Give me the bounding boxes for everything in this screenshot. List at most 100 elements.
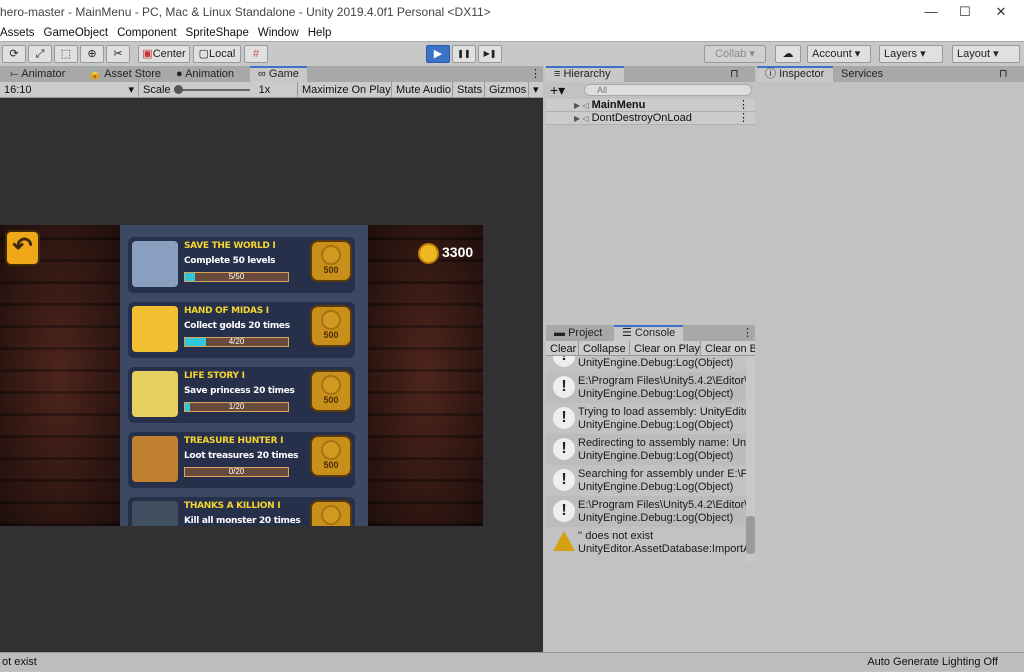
- lock-icon[interactable]: ⊓ ⋮: [722, 66, 755, 96]
- log-stacktrace: UnityEngine.Debug:Log(Object): [578, 388, 734, 400]
- info-icon: !: [553, 376, 575, 398]
- console-panel: Clear Collapse Clear on Play Clear on Bu…: [546, 341, 755, 652]
- claim-reward-button[interactable]: 500: [310, 435, 352, 477]
- hierarchy-item-mainmenu[interactable]: ▶ ◁ MainMenu ⋮: [546, 99, 755, 112]
- panel-menu-icon[interactable]: ⋮: [522, 66, 549, 82]
- claim-reward-button[interactable]: 500: [310, 240, 352, 282]
- scale-slider[interactable]: Scale 1x: [138, 82, 297, 98]
- aspect-dropdown[interactable]: 16:10 ▾: [0, 82, 138, 98]
- reward-amount: 500: [312, 525, 350, 526]
- pivot-local-button[interactable]: ▢Local: [193, 45, 241, 63]
- achievement-thumbnail: [132, 241, 178, 287]
- tab-label: Project: [568, 327, 603, 339]
- tab-asset-store[interactable]: 🔒 Asset Store: [80, 66, 169, 82]
- achievement-progress-bar: 4/20: [184, 337, 289, 347]
- grid-snap-icon[interactable]: #: [244, 45, 268, 63]
- info-icon: !: [553, 438, 575, 460]
- tab-inspector[interactable]: ⓘ Inspector: [757, 66, 833, 82]
- rotate-tool-icon[interactable]: ⟳: [2, 45, 26, 63]
- mute-audio-toggle[interactable]: Mute Audio: [391, 82, 455, 98]
- tab-hierarchy[interactable]: ≡ Hierarchy: [546, 66, 624, 82]
- progress-text: 5/50: [228, 272, 245, 281]
- console-log-entry[interactable]: ! Searching for assembly under E:\Pro Unit…: [546, 465, 746, 496]
- achievement-thumbnail: [132, 501, 178, 526]
- tab-services[interactable]: Services: [833, 66, 891, 82]
- achievement-description: Complete 50 levels: [184, 256, 276, 266]
- console-log-entry[interactable]: ! Redirecting to assembly name: Unit Unity…: [546, 434, 746, 465]
- log-stacktrace: UnityEngine.Debug:Log(Object): [578, 481, 734, 493]
- clear-button[interactable]: Clear: [546, 341, 580, 355]
- tab-animator[interactable]: ⤚ Animator: [2, 66, 73, 82]
- account-dropdown[interactable]: Account ▾: [807, 45, 871, 63]
- gold-amount: 3300: [442, 244, 474, 260]
- achievement-description: Loot treasures 20 times: [184, 451, 299, 461]
- console-log-entry[interactable]: ! E:\Program Files\Unity5.4.2\Editor\D Uni…: [546, 496, 746, 527]
- achievement-title: HAND OF MIDAS I: [184, 306, 269, 316]
- warning-icon: [553, 531, 575, 551]
- brick-wall-right: [368, 225, 483, 526]
- coin-icon: [321, 310, 341, 330]
- log-message: '' does not exist: [578, 530, 654, 542]
- tab-game[interactable]: ∞ Game: [250, 66, 307, 82]
- clear-on-play-button[interactable]: Clear on Play: [629, 341, 704, 355]
- account-label: Account: [812, 48, 852, 60]
- claim-reward-button[interactable]: 500: [310, 305, 352, 347]
- status-message[interactable]: ot exist: [2, 656, 37, 668]
- menu-gameobject[interactable]: GameObject: [44, 27, 109, 39]
- collab-button[interactable]: Collab ▾: [704, 45, 766, 63]
- tab-project[interactable]: ▬ Project: [546, 325, 610, 341]
- maximize-on-play-toggle[interactable]: Maximize On Play: [297, 82, 395, 98]
- game-toolbar: 16:10 ▾ Scale 1x Maximize On Play Mute Au…: [0, 82, 543, 98]
- panel-menu-icon[interactable]: ⋮: [734, 325, 761, 341]
- minimize-button[interactable]: —: [914, 0, 948, 24]
- console-log-entry[interactable]: ! E:\Program Files\Unity5.4.2\Editor\D Uni…: [546, 372, 746, 403]
- console-log-entry[interactable]: !Searching for assembly under E:\PUnityE…: [546, 356, 746, 372]
- step-button[interactable]: ▶❚: [478, 45, 502, 63]
- pivot-center-button[interactable]: ▣Center: [138, 45, 190, 63]
- collapse-button[interactable]: Collapse: [578, 341, 630, 355]
- rect-tool-icon[interactable]: ⬚: [54, 45, 78, 63]
- console-toolbar: Clear Collapse Clear on Play Clear on Bu…: [546, 341, 755, 356]
- claim-reward-button[interactable]: 500: [310, 370, 352, 412]
- status-bar: ot exist Auto Generate Lighting Off: [0, 652, 1024, 671]
- title-bar: hero-master - MainMenu - PC, Mac & Linux…: [0, 0, 1024, 24]
- game-screen[interactable]: SAVE THE WORLD I Complete 50 levels 5/50…: [0, 225, 483, 526]
- gizmos-dropdown[interactable]: Gizmos: [484, 82, 530, 98]
- console-log-entry[interactable]: ! Trying to load assembly: UnityEditor Uni…: [546, 403, 746, 434]
- hierarchy-search-input[interactable]: [584, 84, 752, 96]
- maximize-button[interactable]: ☐: [948, 0, 982, 24]
- console-log-entry[interactable]: '' does not exist UnityEditor.AssetDataba…: [546, 527, 746, 558]
- lock-icon[interactable]: ⊓ ⋮: [991, 66, 1024, 96]
- log-stacktrace: UnityEditor.AssetDatabase:ImportAsset: [578, 543, 746, 555]
- custom-tool-icon[interactable]: ✂: [106, 45, 130, 63]
- layers-dropdown[interactable]: Layers ▾: [879, 45, 943, 63]
- item-label: DontDestroyOnLoad: [591, 112, 692, 124]
- pause-button[interactable]: ❚❚: [452, 45, 476, 63]
- close-button[interactable]: ✕: [984, 0, 1018, 24]
- gizmos-arrow-icon[interactable]: ▾: [528, 82, 543, 98]
- menu-window[interactable]: Window: [258, 27, 299, 39]
- transform-tool-icon[interactable]: ⊕: [80, 45, 104, 63]
- menu-assets[interactable]: Assets: [0, 27, 35, 39]
- menu-help[interactable]: Help: [308, 27, 332, 39]
- menu-component[interactable]: Component: [117, 27, 176, 39]
- back-arrow-icon[interactable]: ↶: [5, 230, 40, 266]
- tab-animation[interactable]: ● Animation: [168, 66, 242, 82]
- achievement-title: SAVE THE WORLD I: [184, 241, 276, 251]
- layout-dropdown[interactable]: Layout ▾: [952, 45, 1020, 63]
- claim-reward-button[interactable]: 500: [310, 500, 352, 526]
- cloud-icon[interactable]: ☁: [775, 45, 801, 63]
- console-scrollbar-thumb[interactable]: [746, 516, 755, 554]
- scale-tool-icon[interactable]: ⤢: [28, 45, 52, 63]
- brick-wall-left: [0, 225, 120, 526]
- achievement-description: Kill all monster 20 times: [184, 516, 301, 526]
- menu-spriteshape[interactable]: SpriteShape: [186, 27, 249, 39]
- stats-toggle[interactable]: Stats: [452, 82, 486, 98]
- add-icon[interactable]: +▾: [550, 83, 565, 97]
- hierarchy-item-dontdestroyonload[interactable]: ▶ ◁ DontDestroyOnLoad ⋮: [546, 112, 755, 125]
- clear-on-build-button[interactable]: Clear on Build: [700, 341, 755, 355]
- info-icon: !: [553, 407, 575, 429]
- tab-console[interactable]: ☰ Console: [614, 325, 684, 341]
- play-button[interactable]: ▶: [426, 45, 450, 63]
- lighting-status: Auto Generate Lighting Off: [867, 656, 998, 668]
